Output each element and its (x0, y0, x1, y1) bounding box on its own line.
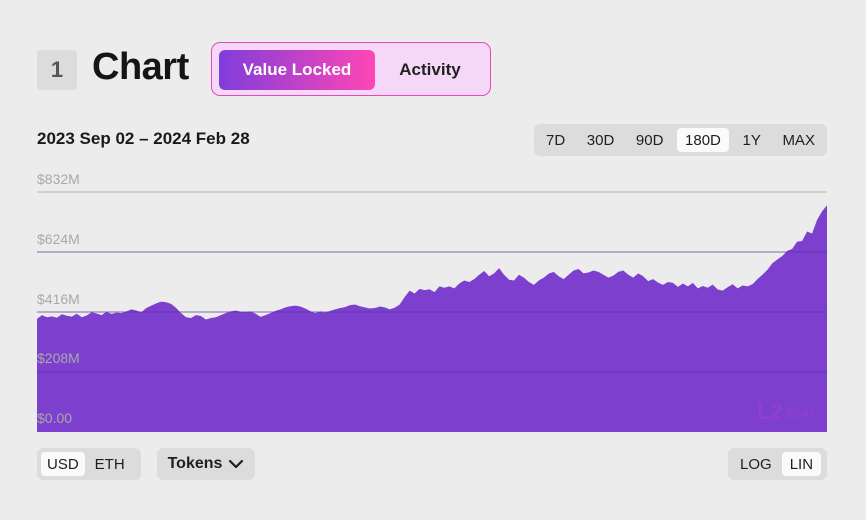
scale-button-log[interactable]: LOG (732, 452, 780, 476)
unit-button-usd[interactable]: USD (41, 452, 85, 476)
svg-text:L2: L2 (757, 399, 783, 424)
y-tick-label: $624M (37, 231, 80, 247)
y-tick-label: $0.00 (37, 410, 73, 426)
tokens-label: Tokens (167, 455, 223, 472)
tokens-dropdown-button[interactable]: Tokens (157, 448, 255, 480)
unit-selector: USD ETH (37, 448, 141, 480)
y-tick-label: $416M (37, 291, 80, 307)
scale-selector: LOG LIN (728, 448, 827, 480)
chevron-down-icon (229, 459, 244, 469)
l2beat-watermark-logo: L2 BEAT (757, 399, 815, 424)
tvl-area-chart (37, 191, 827, 432)
chart-card: 1 Chart Value Locked Activity 2023 Sep 0… (0, 0, 866, 520)
svg-text:BEAT: BEAT (786, 408, 815, 420)
y-tick-label: $832M (37, 171, 80, 187)
scale-button-lin[interactable]: LIN (781, 452, 822, 476)
value-locked-area (37, 205, 827, 432)
unit-button-eth[interactable]: ETH (89, 452, 131, 476)
y-tick-label: $208M (37, 350, 80, 366)
